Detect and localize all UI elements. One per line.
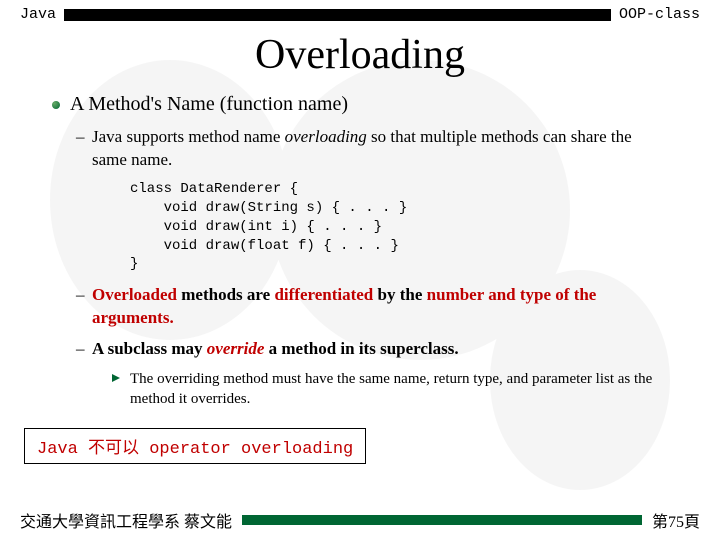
text: methods are	[177, 285, 274, 304]
header-rule	[64, 9, 611, 21]
bullet-level3: The overriding method must have the same…	[130, 369, 660, 410]
text: by the	[373, 285, 426, 304]
bullet-level1: A Method's Name (function name)	[70, 93, 660, 116]
footer-bar: 交通大學資訊工程學系 蔡文能 第75頁	[0, 508, 720, 532]
bullet-level2-differentiated: Overloaded methods are differentiated by…	[92, 284, 660, 330]
footer-right: 第75頁	[652, 508, 700, 532]
text: Overloaded	[92, 285, 177, 304]
code-block: class DataRenderer { void draw(String s)…	[130, 180, 660, 274]
note-box: Java 不可以 operator overloading	[24, 428, 366, 464]
text: a method in its superclass.	[264, 339, 458, 358]
emph-overloading: overloading	[285, 127, 367, 146]
text: Java supports method name	[92, 127, 285, 146]
header-left: Java	[20, 6, 56, 23]
footer-rule	[242, 515, 642, 525]
bullet-level2-override: A subclass may override a method in its …	[92, 338, 660, 361]
bullet-level2-overloading: Java supports method name overloading so…	[92, 126, 660, 172]
footer-left: 交通大學資訊工程學系 蔡文能	[20, 508, 232, 532]
header-right: OOP-class	[619, 6, 700, 23]
text: A subclass may	[92, 339, 207, 358]
text: differentiated	[274, 285, 373, 304]
emph-override: override	[207, 339, 265, 358]
header-bar: Java OOP-class	[0, 0, 720, 23]
text: .	[169, 308, 173, 327]
slide-title: Overloading	[0, 31, 720, 79]
